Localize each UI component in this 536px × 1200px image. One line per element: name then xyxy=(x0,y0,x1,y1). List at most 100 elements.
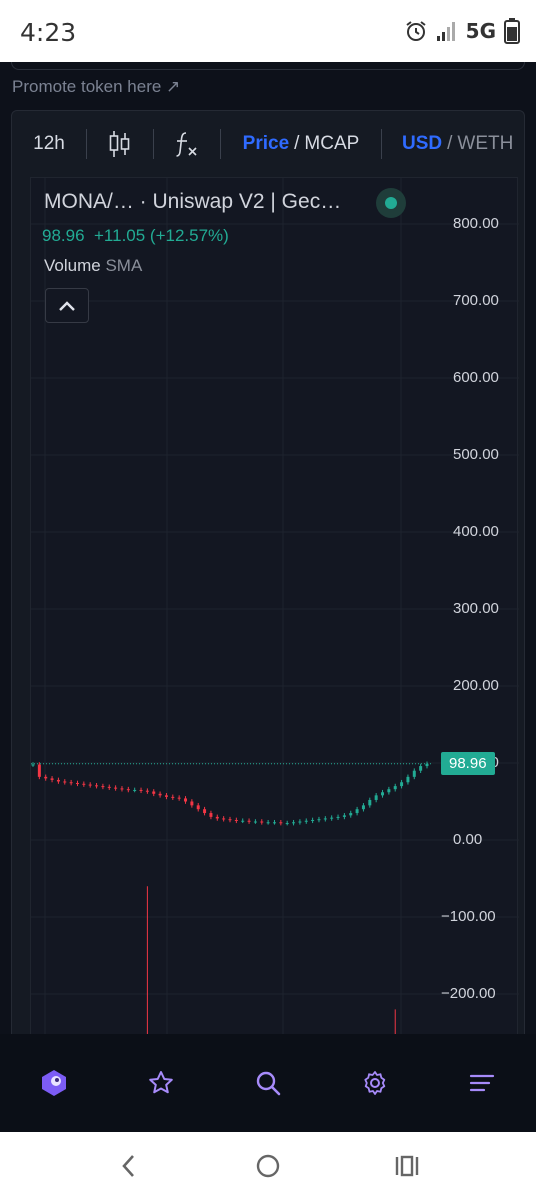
interval-selector[interactable]: 12h xyxy=(12,111,86,177)
weth-option[interactable]: WETH xyxy=(457,133,513,155)
candle xyxy=(355,806,359,816)
nav-settings-button[interactable] xyxy=(345,1053,405,1113)
candle xyxy=(387,786,391,795)
price-axis-tick: 0.00 xyxy=(453,831,483,848)
nav-menu-button[interactable] xyxy=(452,1053,512,1113)
currency-toggle[interactable]: USD / WETH xyxy=(382,111,522,177)
system-home-button[interactable] xyxy=(238,1136,298,1196)
candle xyxy=(336,814,340,820)
legend-last-price: 98.96 xyxy=(42,226,85,245)
chart-toolbar: 12h Price / MCAP USD / WETH xyxy=(12,111,524,177)
price-axis-tick: 600.00 xyxy=(453,369,499,386)
recents-icon xyxy=(395,1155,418,1177)
chevron-up-icon xyxy=(59,300,75,311)
back-icon xyxy=(122,1155,135,1177)
candle xyxy=(145,788,149,794)
legend-collapse-button[interactable] xyxy=(45,288,89,323)
candle xyxy=(50,776,54,783)
battery-icon xyxy=(504,18,520,44)
legend-price-change: 98.96 +11.05 (+12.57%) xyxy=(42,226,229,246)
price-mcap-toggle[interactable]: Price / MCAP xyxy=(221,111,381,177)
candle xyxy=(292,819,296,826)
status-icons: 5G xyxy=(404,18,520,44)
candle xyxy=(139,787,143,794)
candle xyxy=(158,791,162,798)
menu-icon xyxy=(470,1074,495,1092)
legend-pair-title[interactable]: MONA/… · Uniswap V2 | Gec… xyxy=(44,190,341,214)
candle xyxy=(361,803,365,812)
candle xyxy=(114,785,118,791)
candle xyxy=(88,782,92,788)
candle xyxy=(317,816,321,823)
system-back-button[interactable] xyxy=(99,1136,159,1196)
alarm-icon xyxy=(406,21,426,41)
candle xyxy=(228,816,232,823)
candle xyxy=(374,793,378,803)
price-axis-tick: 500.00 xyxy=(453,446,499,463)
price-axis-tick: −200.00 xyxy=(441,985,496,1002)
candles-icon xyxy=(109,131,130,157)
price-axis-tick: 200.00 xyxy=(453,677,499,694)
candle xyxy=(253,819,257,824)
candle xyxy=(304,818,308,824)
network-type: 5G xyxy=(465,19,496,43)
volume-indicator: SMA xyxy=(105,256,143,275)
system-recents-button[interactable] xyxy=(377,1136,437,1196)
candle xyxy=(393,783,397,792)
legend-volume[interactable]: Volume SMA xyxy=(44,256,142,276)
nav-home-button[interactable] xyxy=(24,1053,84,1113)
candle xyxy=(82,781,86,787)
candle xyxy=(349,810,353,818)
status-bar: 4:23 5G xyxy=(0,0,536,62)
price-chart[interactable] xyxy=(31,178,519,1034)
candle xyxy=(203,806,207,816)
candle xyxy=(272,819,276,825)
candle xyxy=(406,774,410,785)
candle xyxy=(412,768,416,780)
status-time: 4:23 xyxy=(20,18,77,47)
candle xyxy=(425,761,429,769)
candle xyxy=(37,762,41,780)
search-icon xyxy=(256,1071,281,1096)
candle xyxy=(311,817,315,824)
candle xyxy=(266,819,270,825)
indicators-button[interactable] xyxy=(154,111,220,177)
candle xyxy=(419,763,423,774)
toggle-separator: / xyxy=(447,133,453,154)
candle xyxy=(222,816,226,822)
candle xyxy=(177,795,181,801)
chart-type-button[interactable] xyxy=(87,111,153,177)
candle xyxy=(133,787,137,793)
candle xyxy=(330,815,334,821)
candle xyxy=(215,814,219,821)
candle xyxy=(342,813,346,820)
nav-search-button[interactable] xyxy=(238,1053,298,1113)
candle xyxy=(101,783,105,790)
chart-widget: 12h Price / MCAP USD / WETH MONA/… · Uni… xyxy=(11,110,525,1034)
mcap-option[interactable]: MCAP xyxy=(304,133,359,155)
candle xyxy=(196,803,200,812)
usd-option[interactable]: USD xyxy=(402,133,442,155)
candle xyxy=(285,820,289,826)
candle xyxy=(298,819,302,825)
candle xyxy=(171,794,175,800)
candle xyxy=(107,784,111,790)
price-option[interactable]: Price xyxy=(243,133,289,155)
promote-token-link[interactable]: Promote token here ↗ xyxy=(12,77,180,97)
candle xyxy=(120,786,124,792)
candle xyxy=(209,810,213,820)
candle xyxy=(75,780,79,787)
system-navigation xyxy=(0,1132,536,1200)
candle xyxy=(279,819,283,826)
app-logo-icon xyxy=(41,1070,66,1096)
candle xyxy=(234,817,238,824)
candle xyxy=(368,797,372,808)
last-price-tag: 98.96 xyxy=(441,751,495,775)
bottom-navigation xyxy=(0,1034,536,1132)
candle xyxy=(126,786,130,793)
candle xyxy=(184,796,188,804)
nav-watchlist-button[interactable] xyxy=(131,1053,191,1113)
price-axis-tick: 400.00 xyxy=(453,523,499,540)
candle xyxy=(152,789,156,797)
chart-pane[interactable]: MONA/… · Uniswap V2 | Gec… 98.96 +11.05 … xyxy=(30,177,519,1034)
